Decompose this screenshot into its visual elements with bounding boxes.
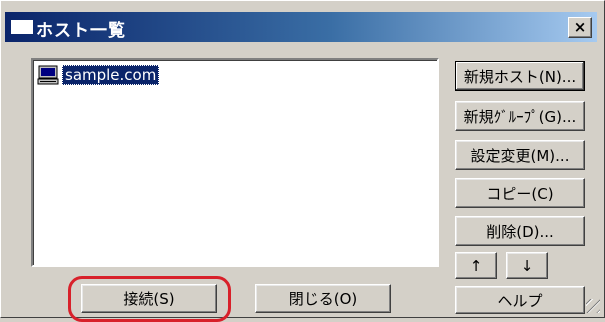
highlight-annotation bbox=[68, 276, 231, 322]
host-name: sample.com bbox=[62, 65, 160, 85]
new-group-button[interactable]: 新規ｸﾞﾙｰﾌﾟ(G)... bbox=[455, 101, 585, 131]
copy-button[interactable]: コピー(C) bbox=[455, 178, 585, 208]
edit-settings-button[interactable]: 設定変更(M)... bbox=[455, 140, 585, 170]
resize-grip-icon[interactable] bbox=[586, 299, 600, 313]
computer-icon bbox=[37, 65, 59, 85]
host-list-dialog: ホスト一覧 × sample.com 新規ホスト(N)... 新規ｸﾞﾙｰﾌﾟ(… bbox=[0, 0, 605, 322]
window-title: ホスト一覧 bbox=[36, 21, 126, 41]
move-up-button[interactable]: ↑ bbox=[455, 252, 497, 279]
window-icon bbox=[11, 20, 33, 34]
close-button[interactable]: 閉じる(O) bbox=[255, 284, 391, 313]
move-down-button[interactable]: ↓ bbox=[506, 252, 548, 279]
close-icon[interactable]: × bbox=[568, 17, 592, 38]
delete-button[interactable]: 削除(D)... bbox=[455, 216, 585, 246]
help-button[interactable]: ヘルプ bbox=[455, 286, 585, 314]
new-host-button[interactable]: 新規ホスト(N)... bbox=[455, 61, 585, 91]
host-listbox[interactable]: sample.com bbox=[31, 58, 439, 267]
host-list-item[interactable]: sample.com bbox=[37, 64, 160, 86]
titlebar[interactable]: ホスト一覧 × bbox=[5, 12, 597, 42]
